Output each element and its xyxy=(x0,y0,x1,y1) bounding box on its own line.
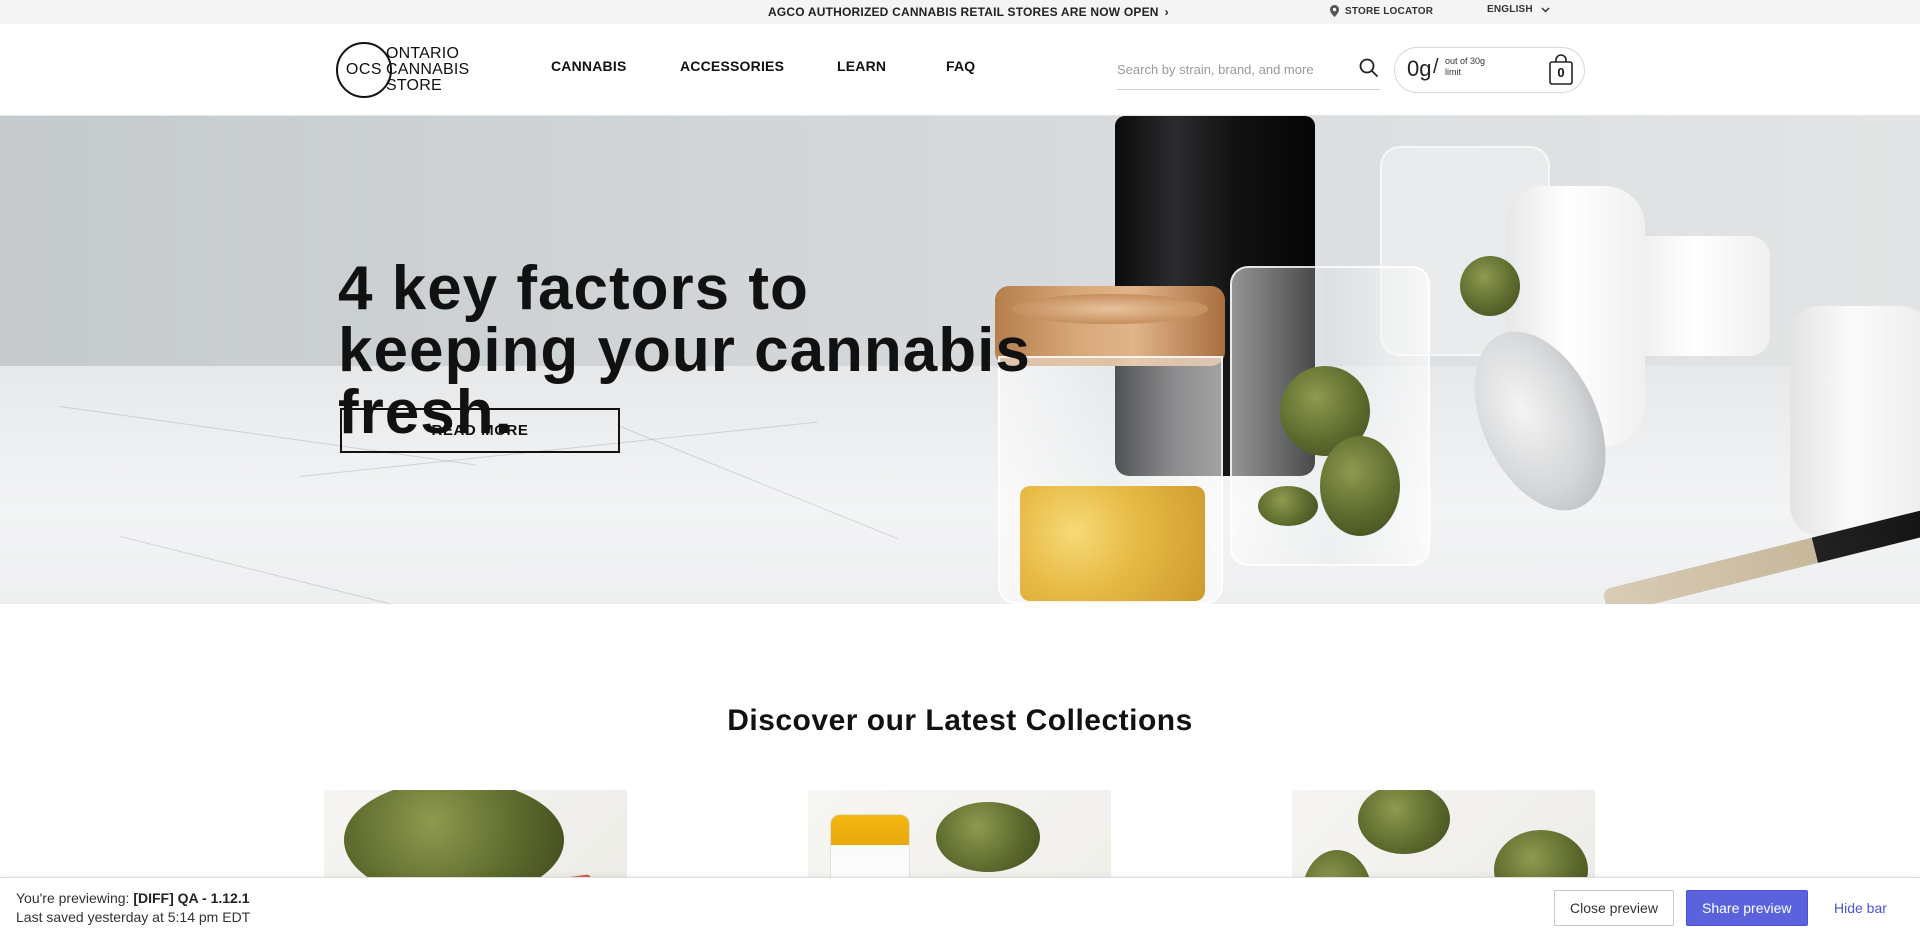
location-pin-icon xyxy=(1330,5,1339,17)
language-selector[interactable]: English xyxy=(1487,4,1550,15)
nav-cannabis[interactable]: Cannabis xyxy=(551,58,627,74)
logo-line-3: STORE xyxy=(386,77,442,94)
limit-amount: 0g xyxy=(1407,56,1432,81)
announcement-bar: AGCO Authorized Cannabis Retail Stores A… xyxy=(0,0,1920,24)
capsules-image xyxy=(1020,486,1205,601)
hero-banner: 4 key factors to keeping your cannabis f… xyxy=(0,116,1920,604)
chevron-down-icon xyxy=(1541,6,1550,13)
search-input[interactable] xyxy=(1117,58,1337,80)
collections-title: Discover our Latest Collections xyxy=(727,704,1193,737)
wood-lid-top-image xyxy=(1012,294,1208,324)
cannabis-bud-image xyxy=(1358,790,1450,854)
store-locator-link[interactable]: Store Locator xyxy=(1330,5,1433,17)
preview-label: You're previewing: xyxy=(16,890,130,906)
logo-circle: OCS xyxy=(336,42,392,98)
nav-accessories[interactable]: Accessories xyxy=(680,58,784,74)
language-label: English xyxy=(1487,4,1533,15)
white-jar-image xyxy=(1790,306,1920,536)
nav-faq[interactable]: FAQ xyxy=(946,58,975,74)
logo-wordmark: ONTARIO CANNABIS STORE xyxy=(386,46,469,94)
cart-count: 0 xyxy=(1557,65,1565,80)
share-preview-button[interactable]: Share preview xyxy=(1686,890,1808,926)
ocs-logo[interactable]: OCS ONTARIO CANNABIS STORE xyxy=(336,41,496,99)
limit-separator: / xyxy=(1433,56,1439,78)
purchase-limit-indicator[interactable]: 0g / out of 30g limit 0 xyxy=(1394,47,1585,93)
logo-line-2: CANNABIS xyxy=(386,61,470,78)
announcement-text: AGCO Authorized Cannabis Retail Stores A… xyxy=(768,5,1159,19)
cannabis-bud-image xyxy=(1258,486,1318,526)
preview-name: [DIFF] QA - 1.12.1 xyxy=(133,890,250,906)
search-button[interactable] xyxy=(1357,56,1381,80)
hide-bar-button[interactable]: Hide bar xyxy=(1819,890,1902,926)
close-preview-button[interactable]: Close preview xyxy=(1554,890,1674,926)
limit-text: out of 30g limit xyxy=(1445,56,1486,77)
read-more-button[interactable]: Read More xyxy=(340,408,620,453)
search-icon xyxy=(1359,58,1379,78)
site-header: OCS ONTARIO CANNABIS STORE Cannabis Acce… xyxy=(0,24,1920,116)
cannabis-bud-image xyxy=(936,802,1040,872)
search-bar xyxy=(1117,50,1380,90)
preview-bar: You're previewing: [DIFF] QA - 1.12.1 La… xyxy=(0,877,1920,929)
cannabis-bud-image xyxy=(1320,436,1400,536)
logo-line-1: ONTARIO xyxy=(386,45,460,62)
nav-learn[interactable]: Learn xyxy=(837,58,886,74)
cart-button[interactable]: 0 xyxy=(1548,54,1574,86)
announcement-link[interactable]: AGCO Authorized Cannabis Retail Stores A… xyxy=(768,5,1169,19)
preview-saved-time: Last saved yesterday at 5:14 pm EDT xyxy=(16,909,251,925)
preview-status: You're previewing: [DIFF] QA - 1.12.1 xyxy=(16,890,250,906)
cannabis-bud-image xyxy=(1460,256,1520,316)
chevron-right-icon: › xyxy=(1164,5,1169,19)
store-locator-label: Store Locator xyxy=(1345,5,1434,17)
